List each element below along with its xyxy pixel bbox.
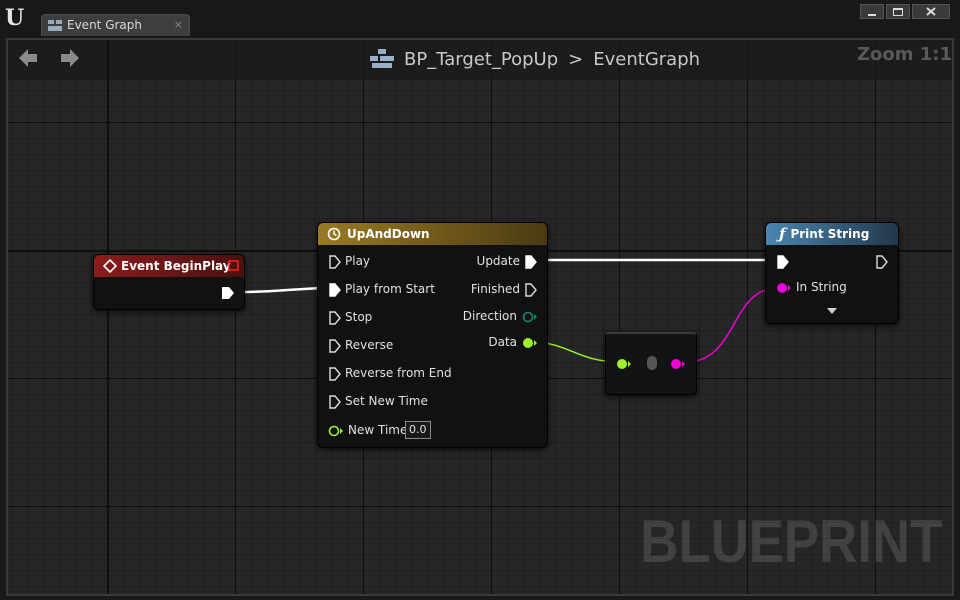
blueprint-graph-icon	[48, 20, 62, 31]
expand-arrow-icon[interactable]	[826, 307, 838, 315]
pin-reverse-from-end: Reverse from End	[345, 366, 452, 380]
exec-in-pin-icon[interactable]	[329, 367, 341, 381]
pin-direction: Direction	[462, 309, 517, 323]
pin-update: Update	[476, 254, 520, 268]
node-title: Event BeginPlay	[121, 259, 231, 273]
new-time-input[interactable]: 0.0	[405, 421, 431, 439]
exec-out-pin-icon[interactable]	[221, 286, 235, 300]
exec-out-pin-icon[interactable]	[876, 255, 888, 269]
event-diamond-icon	[103, 259, 117, 273]
forward-arrow-icon[interactable]	[58, 46, 82, 70]
maximize-icon	[893, 7, 903, 16]
timeline-node-upanddown[interactable]: UpAndDown Play Play from Start Stop Reve…	[317, 222, 548, 448]
enum-out-pin-icon[interactable]	[522, 311, 538, 323]
pin-new-time: New Time	[348, 423, 408, 437]
node-header: UpAndDown	[318, 223, 547, 245]
tab-label: Event Graph	[67, 18, 142, 32]
pin-stop: Stop	[345, 310, 373, 324]
exec-in-pin-icon[interactable]	[777, 255, 789, 269]
pin-data: Data	[488, 335, 517, 349]
pin-set-new-time: Set New Time	[345, 394, 428, 408]
title-bar: U Event Graph ×	[0, 0, 960, 38]
exec-out-pin-icon[interactable]	[525, 255, 537, 269]
breadcrumb: BP_Target_PopUp > EventGraph	[370, 46, 700, 72]
zoom-level: Zoom 1:1	[856, 44, 952, 65]
function-icon: ƒ	[779, 225, 786, 243]
unreal-logo-icon: U	[5, 5, 25, 31]
convert-icon	[647, 356, 657, 370]
maximize-button[interactable]	[886, 4, 910, 19]
tab-close-icon[interactable]: ×	[174, 18, 183, 31]
blueprint-watermark: BLUEPRINT	[639, 508, 942, 575]
float-in-pin-icon[interactable]	[328, 425, 344, 437]
exec-in-pin-icon[interactable]	[329, 283, 341, 297]
exec-in-pin-icon[interactable]	[329, 339, 341, 353]
node-header: Event BeginPlay	[94, 255, 244, 277]
clock-icon	[327, 227, 341, 241]
exec-in-pin-icon[interactable]	[329, 395, 341, 409]
close-window-button[interactable]	[912, 4, 950, 19]
delegate-pin-icon[interactable]	[228, 260, 239, 271]
blueprint-icon	[370, 49, 394, 68]
pin-in-string: In String	[796, 280, 847, 294]
minimize-button[interactable]	[860, 4, 884, 19]
conversion-node[interactable]	[605, 332, 697, 395]
pin-finished: Finished	[470, 282, 520, 296]
close-icon	[926, 7, 936, 16]
exec-in-pin-icon[interactable]	[329, 255, 341, 269]
breadcrumb-separator: >	[568, 48, 584, 70]
pin-play-from-start: Play from Start	[345, 282, 435, 296]
node-title: UpAndDown	[347, 227, 430, 241]
tab-event-graph[interactable]: Event Graph ×	[41, 14, 190, 36]
float-in-pin-icon[interactable]	[616, 358, 632, 370]
graph-navbar: BP_Target_PopUp > EventGraph	[8, 38, 952, 80]
pin-play: Play	[345, 254, 371, 268]
node-header: ƒ Print String	[766, 223, 898, 245]
print-string-node[interactable]: ƒ Print String In String	[765, 222, 899, 324]
breadcrumb-blueprint[interactable]: BP_Target_PopUp	[404, 49, 558, 70]
event-beginplay-node[interactable]: Event BeginPlay	[93, 254, 245, 310]
string-in-pin-icon[interactable]	[776, 282, 792, 294]
breadcrumb-graph[interactable]: EventGraph	[593, 49, 700, 70]
string-out-pin-icon[interactable]	[670, 358, 686, 370]
float-out-pin-icon[interactable]	[522, 337, 538, 349]
exec-wire-beginplay	[237, 286, 327, 294]
exec-in-pin-icon[interactable]	[329, 311, 341, 325]
window-controls	[860, 4, 950, 19]
minimize-icon	[868, 13, 876, 16]
back-arrow-icon[interactable]	[16, 46, 40, 70]
pin-reverse: Reverse	[345, 338, 394, 352]
node-title: Print String	[790, 227, 870, 241]
exec-out-pin-icon[interactable]	[525, 283, 537, 297]
